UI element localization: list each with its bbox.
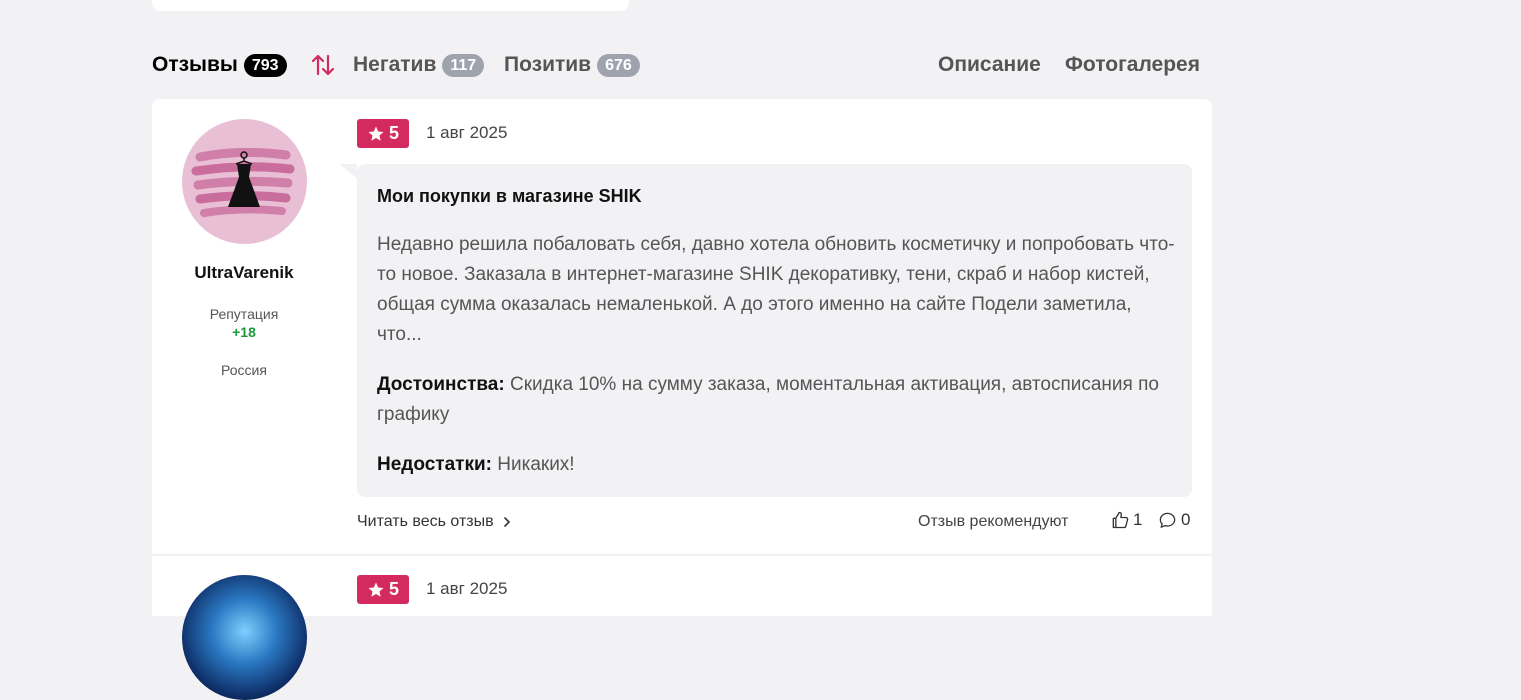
bubble-tail [339,164,357,178]
thumbs-up-icon [1112,511,1129,529]
read-more-label: Читать весь отзыв [357,513,494,530]
tab-negative-label: Негатив [353,53,437,76]
recommend-label: Отзыв рекомендуют [918,513,1069,530]
tab-gallery-label: Фотогалерея [1065,53,1200,76]
avatar[interactable] [182,575,307,700]
like-count: 1 [1133,510,1143,529]
comment-icon [1159,512,1176,528]
review-card: UltraVarenik Репутация +18 Россия 5 1 ав… [152,99,1212,554]
review-pros: Достоинства: Скидка 10% на сумму заказа,… [377,370,1177,430]
tab-gallery[interactable]: Фотогалерея [1065,48,1200,82]
reputation-label: Репутация [209,306,279,322]
cons-label: Недостатки: [377,454,492,475]
tab-negative-count: 117 [442,53,485,77]
user-country: Россия [221,362,267,378]
previous-card [152,0,629,11]
tab-positive[interactable]: Позитив 676 [504,48,640,82]
chevron-right-icon [503,517,510,527]
reputation-value: +18 [232,324,256,340]
review-cons: Недостатки: Никаких! [377,450,1177,480]
review-title[interactable]: Мои покупки в магазине SHIK [377,186,642,207]
tab-positive-label: Позитив [504,53,592,76]
cons-text: Никаких! [497,454,575,475]
tab-negative[interactable]: Негатив 117 [353,48,485,82]
rating-badge: 5 [357,575,409,604]
rating-value: 5 [388,579,399,599]
rating-badge: 5 [357,119,409,148]
review-date: 1 авг 2025 [426,123,508,142]
tab-reviews-label: Отзывы [152,53,238,76]
dress-avatar-image [182,119,307,244]
avatar[interactable] [182,119,307,244]
sort-icon[interactable] [310,52,336,78]
username[interactable]: UltraVarenik [152,263,336,283]
review-tabs: Отзывы 793 Негатив 117 Позитив 676 Описа… [152,48,1212,82]
star-icon [368,126,384,141]
like-button[interactable]: 1 [1110,510,1142,530]
tab-reviews-count: 793 [243,53,287,77]
read-more-link[interactable]: Читать весь отзыв [357,513,512,531]
tab-reviews[interactable]: Отзывы 793 [152,48,287,82]
tab-positive-count: 676 [597,53,640,77]
review-text: Недавно решила побаловать себя, давно хо… [377,234,1175,345]
tab-description-label: Описание [938,53,1041,76]
comment-button[interactable]: 0 [1158,510,1190,530]
tab-description[interactable]: Описание [938,48,1041,82]
pros-label: Достоинства: [377,374,505,395]
review-date: 1 авг 2025 [426,579,508,598]
star-icon [368,582,384,597]
rating-value: 5 [388,123,399,143]
review-card: 5 1 авг 2025 [152,556,1212,700]
review-bubble: Мои покупки в магазине SHIK Недавно реши… [357,164,1192,497]
comment-count: 0 [1181,510,1191,529]
